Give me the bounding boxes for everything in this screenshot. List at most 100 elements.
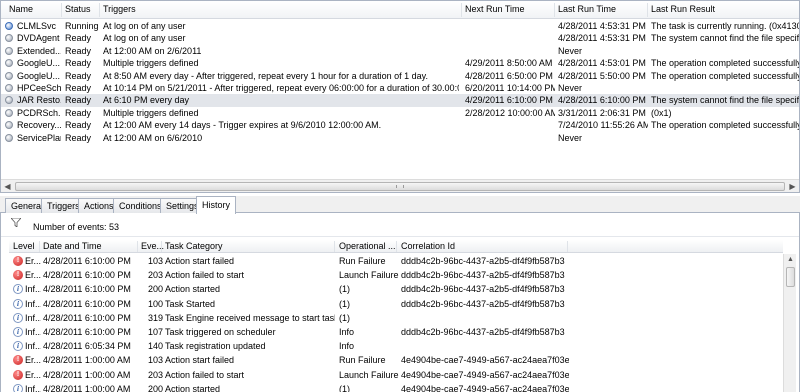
column-header-triggers[interactable]: Triggers xyxy=(103,4,136,14)
event-correlation-id: dddb4c2b-96bc-4437-a2b5-df4f9fb587b3 xyxy=(401,284,565,295)
task-row[interactable]: CLMLSvc Running At log on of any user 4/28/… xyxy=(1,20,799,32)
column-divider[interactable] xyxy=(61,3,62,17)
task-row[interactable]: DVDAgent Ready At log on of any user 4/28/2… xyxy=(1,32,799,44)
column-header-correlation-id[interactable]: Correlation Id xyxy=(401,241,455,251)
scrollbar-thumb[interactable] xyxy=(15,182,785,191)
event-row[interactable]: i Inf... 4/28/2011 6:10:00 PM 200 Action sta… xyxy=(9,282,783,296)
task-status: Running xyxy=(65,21,99,31)
event-level: Er... xyxy=(25,369,41,380)
column-header-task-category[interactable]: Task Category xyxy=(165,241,223,251)
event-level: Inf... xyxy=(25,383,41,392)
column-divider[interactable] xyxy=(137,241,138,252)
task-row[interactable]: ServicePlan Ready At 12:00 AM on 6/6/2010 N… xyxy=(1,132,799,144)
info-icon: i xyxy=(13,383,23,392)
column-divider[interactable] xyxy=(647,3,648,17)
column-divider[interactable] xyxy=(567,241,568,252)
event-row[interactable]: i Inf... 4/28/2011 6:10:00 PM 319 Task Engin… xyxy=(9,311,783,325)
vertical-scrollbar[interactable]: ▲ xyxy=(783,254,796,392)
task-detail-tabs: General Triggers Actions Conditions Sett… xyxy=(0,196,800,214)
column-header-name[interactable]: Name xyxy=(9,4,33,14)
task-last-run-result: The operation completed successfully. (0… xyxy=(651,70,800,81)
scroll-right-icon[interactable]: ▶ xyxy=(786,180,799,192)
event-correlation-id: 4e4904be-cae7-4949-a567-ac24aea7f03e xyxy=(401,355,569,366)
task-last-run-time: 4/28/2011 6:10:00 PM xyxy=(558,95,646,106)
task-last-run-time: 7/24/2010 11:55:26 AM xyxy=(558,120,648,131)
task-last-run-result: The operation completed successfully. (0… xyxy=(651,120,800,131)
task-row[interactable]: HPCeeSch... Ready At 10:14 PM on 5/21/2011… xyxy=(1,82,799,94)
task-next-run-time: 6/20/2011 10:14:00 PM xyxy=(465,82,555,93)
event-id: 203 xyxy=(147,369,163,380)
event-row[interactable]: ! Er... 4/28/2011 6:10:00 PM 203 Action fail… xyxy=(9,268,783,282)
event-date-time: 4/28/2011 1:00:00 AM xyxy=(43,369,131,380)
event-row[interactable]: ! Er... 4/28/2011 1:00:00 AM 203 Action fail… xyxy=(9,368,783,382)
task-triggers: Multiple triggers defined xyxy=(103,107,199,118)
task-list-header: Name Status Triggers Next Run Time Last … xyxy=(1,1,799,19)
task-name: DVDAgent xyxy=(17,33,60,44)
column-header-operational[interactable]: Operational ... xyxy=(339,241,396,251)
event-row[interactable]: ! Er... 4/28/2011 1:00:00 AM 103 Action star… xyxy=(9,353,783,367)
task-triggers: At log on of any user xyxy=(103,33,186,44)
event-id: 103 xyxy=(147,256,163,266)
column-header-last-run-result[interactable]: Last Run Result xyxy=(651,4,715,14)
task-status: Ready xyxy=(65,82,92,93)
task-last-run-result: (0x1) xyxy=(651,107,672,118)
event-row[interactable]: i Inf... 4/28/2011 1:00:00 AM 200 Action sta… xyxy=(9,382,783,392)
event-level: Inf... xyxy=(25,284,41,295)
task-triggers: At 10:14 PM on 5/21/2011 - After trigger… xyxy=(103,82,459,93)
event-list-header: Level Date and Time Eve... Task Category… xyxy=(9,240,783,253)
column-header-level[interactable]: Level xyxy=(13,241,35,251)
task-row[interactable]: GoogleU... Ready Multiple triggers defined… xyxy=(1,57,799,69)
task-ready-icon xyxy=(5,96,13,105)
event-date-time: 4/28/2011 6:10:00 PM xyxy=(43,326,131,337)
event-operational-code: Info xyxy=(339,341,355,352)
event-row[interactable]: i Inf... 4/28/2011 6:10:00 PM 107 Task trigg… xyxy=(9,325,783,339)
event-id: 200 xyxy=(147,383,163,392)
column-divider[interactable] xyxy=(99,3,100,17)
tab-history[interactable]: History xyxy=(196,196,237,214)
column-divider[interactable] xyxy=(396,241,397,252)
scrollbar-thumb[interactable] xyxy=(786,267,795,287)
column-divider[interactable] xyxy=(461,3,462,17)
column-header-date-and-time[interactable]: Date and Time xyxy=(43,241,102,251)
event-row[interactable]: i Inf... 4/28/2011 6:10:00 PM 100 Task Start… xyxy=(9,297,783,311)
event-id: 103 xyxy=(147,355,163,366)
info-icon: i xyxy=(13,312,23,323)
column-divider[interactable] xyxy=(161,241,162,252)
event-level: Inf... xyxy=(25,298,41,309)
event-task-category: Task registration updated xyxy=(165,341,266,352)
column-divider[interactable] xyxy=(554,3,555,17)
task-row[interactable]: Extended... Ready At 12:00 AM on 2/6/2011 N… xyxy=(1,45,799,57)
event-task-category: Action start failed xyxy=(165,256,235,266)
column-divider[interactable] xyxy=(334,241,335,252)
task-name: HPCeeSch... xyxy=(17,82,61,93)
event-correlation-id: dddb4c2b-96bc-4437-a2b5-df4f9fb587b3 xyxy=(401,256,565,266)
events-count: Number of events: 53 xyxy=(33,222,120,232)
column-header-last-run-time[interactable]: Last Run Time xyxy=(558,4,616,14)
event-date-time: 4/28/2011 1:00:00 AM xyxy=(43,355,131,366)
horizontal-scrollbar[interactable]: ◀ ▶ xyxy=(1,179,799,192)
task-row[interactable]: GoogleU... Ready At 8:50 AM every day - Af… xyxy=(1,70,799,82)
task-last-run-time: 4/28/2011 4:53:01 PM xyxy=(558,58,646,69)
column-header-status[interactable]: Status xyxy=(65,4,91,14)
event-level: Er... xyxy=(25,355,41,366)
task-status: Ready xyxy=(65,33,92,44)
task-row[interactable]: PCDRSch... Ready Multiple triggers defined… xyxy=(1,107,799,119)
task-triggers: Multiple triggers defined xyxy=(103,58,199,69)
event-id: 140 xyxy=(147,341,163,352)
task-name: Extended... xyxy=(17,45,61,56)
event-row[interactable]: i Inf... 4/28/2011 6:05:34 PM 140 Task regis… xyxy=(9,339,783,353)
info-icon: i xyxy=(13,298,23,309)
task-triggers: At 12:00 AM on 6/6/2010 xyxy=(103,132,203,143)
task-row[interactable]: Recovery... Ready At 12:00 AM every 14 day… xyxy=(1,119,799,131)
event-list-rows: ! Er... 4/28/2011 6:10:00 PM 103 Action star… xyxy=(9,254,783,392)
task-name: GoogleU... xyxy=(17,58,61,69)
task-last-run-time: Never xyxy=(558,82,583,93)
task-row[interactable]: JAR Resto... Ready At 6:10 PM every day 4/2… xyxy=(1,94,799,107)
task-list-pane: Name Status Triggers Next Run Time Last … xyxy=(0,0,800,193)
column-header-next-run-time[interactable]: Next Run Time xyxy=(465,4,525,14)
event-row[interactable]: ! Er... 4/28/2011 6:10:00 PM 103 Action star… xyxy=(9,254,783,268)
scroll-up-icon[interactable]: ▲ xyxy=(784,254,797,266)
scroll-left-icon[interactable]: ◀ xyxy=(1,180,14,192)
filter-icon[interactable] xyxy=(11,218,21,227)
column-divider[interactable] xyxy=(39,241,40,252)
